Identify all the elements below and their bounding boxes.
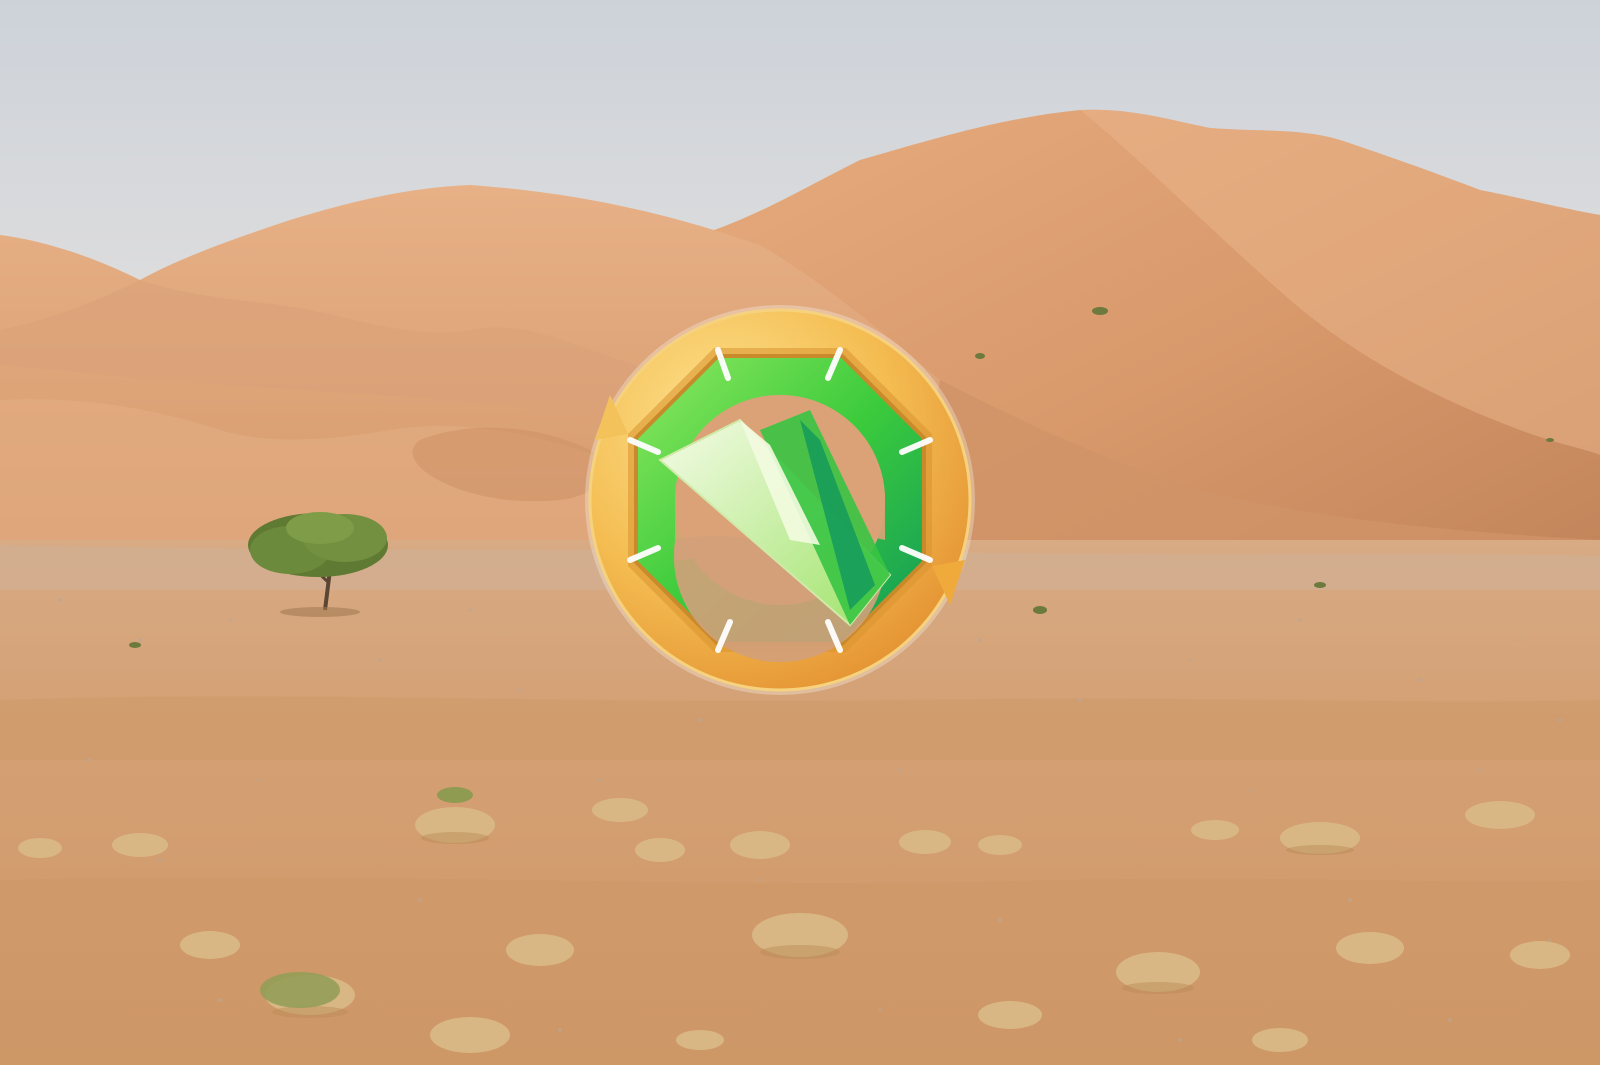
badge-icon xyxy=(585,305,975,695)
plain-shade-2 xyxy=(0,877,1600,1065)
plain-shade-1 xyxy=(0,696,1600,760)
scene-svg xyxy=(0,0,1600,1065)
desert-photo xyxy=(0,0,1600,1065)
